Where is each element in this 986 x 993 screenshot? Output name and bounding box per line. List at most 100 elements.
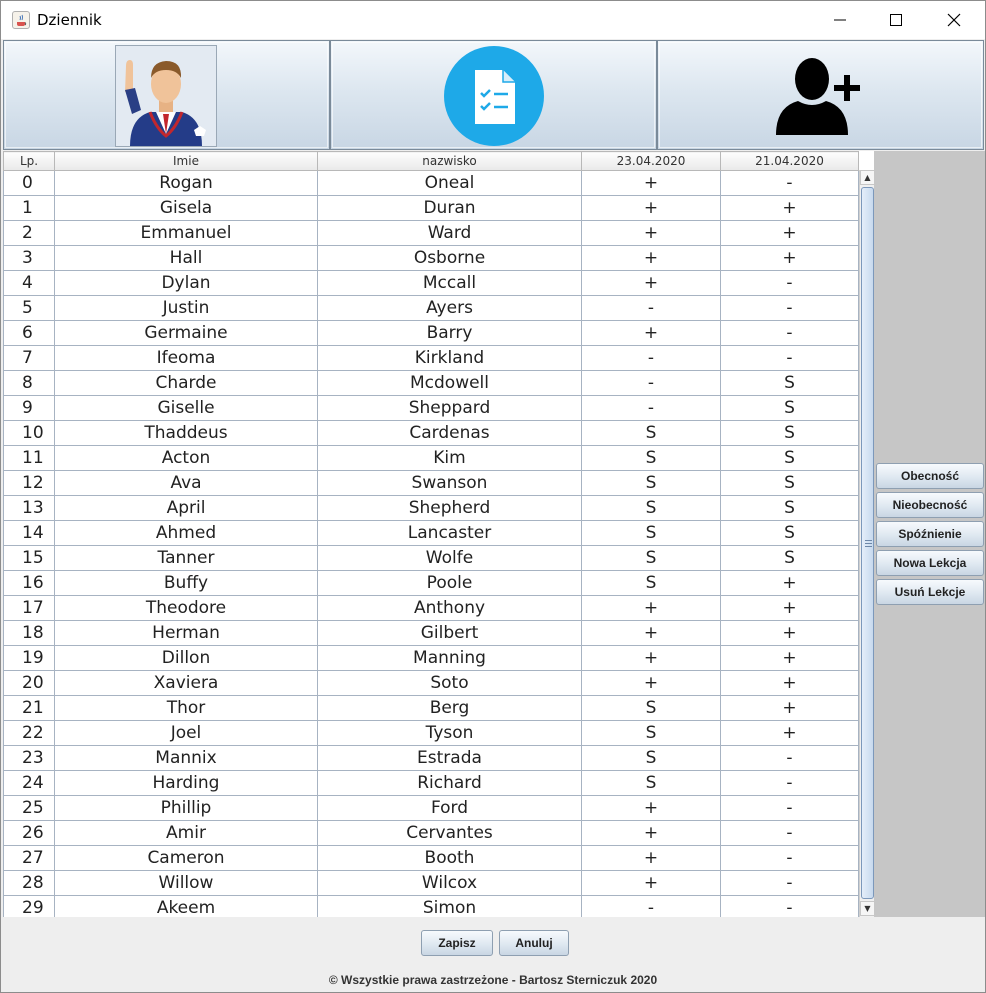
- scroll-up-arrow-icon[interactable]: ▲: [860, 170, 874, 185]
- attendance-date-1-cell[interactable]: S: [581, 520, 721, 546]
- attendance-date-1-cell[interactable]: +: [581, 845, 721, 871]
- first-name-cell[interactable]: Cameron: [54, 845, 318, 871]
- first-name-cell[interactable]: Theodore: [54, 595, 318, 621]
- attendance-date-1-cell[interactable]: S: [581, 720, 721, 746]
- last-name-cell[interactable]: Mcdowell: [317, 370, 582, 396]
- last-name-cell[interactable]: Osborne: [317, 245, 582, 271]
- close-button[interactable]: [931, 1, 977, 39]
- table-row[interactable]: 1 Gisela Duran + +: [3, 195, 859, 221]
- row-number[interactable]: 5: [3, 295, 55, 321]
- attendance-date-1-cell[interactable]: +: [581, 870, 721, 896]
- table-row[interactable]: 0 Rogan Oneal + -: [3, 170, 859, 196]
- last-name-cell[interactable]: Simon: [317, 895, 582, 917]
- last-name-cell[interactable]: Ford: [317, 795, 582, 821]
- first-name-cell[interactable]: Thor: [54, 695, 318, 721]
- first-name-cell[interactable]: Harding: [54, 770, 318, 796]
- table-row[interactable]: 24 Harding Richard S -: [3, 770, 859, 796]
- column-header-date-2[interactable]: 21.04.2020: [720, 151, 859, 171]
- attendance-date-1-cell[interactable]: S: [581, 495, 721, 521]
- add-student-button[interactable]: [657, 40, 984, 150]
- attendance-date-1-cell[interactable]: -: [581, 295, 721, 321]
- first-name-cell[interactable]: Willow: [54, 870, 318, 896]
- table-row[interactable]: 14 Ahmed Lancaster S S: [3, 520, 859, 546]
- table-row[interactable]: 9 Giselle Sheppard - S: [3, 395, 859, 421]
- column-header-nazwisko[interactable]: nazwisko: [317, 151, 582, 171]
- last-name-cell[interactable]: Poole: [317, 570, 582, 596]
- attendance-date-2-cell[interactable]: S: [720, 445, 859, 471]
- scroll-down-arrow-icon[interactable]: ▼: [860, 901, 874, 916]
- last-name-cell[interactable]: Mccall: [317, 270, 582, 296]
- last-name-cell[interactable]: Gilbert: [317, 620, 582, 646]
- attendance-date-1-cell[interactable]: -: [581, 395, 721, 421]
- column-header-imie[interactable]: Imie: [54, 151, 318, 171]
- first-name-cell[interactable]: Akeem: [54, 895, 318, 917]
- row-number[interactable]: 20: [3, 670, 55, 696]
- last-name-cell[interactable]: Berg: [317, 695, 582, 721]
- attendance-date-1-cell[interactable]: S: [581, 420, 721, 446]
- table-row[interactable]: 2 Emmanuel Ward + +: [3, 220, 859, 246]
- table-row[interactable]: 25 Phillip Ford + -: [3, 795, 859, 821]
- first-name-cell[interactable]: Hall: [54, 245, 318, 271]
- attendance-date-2-cell[interactable]: -: [720, 820, 859, 846]
- first-name-cell[interactable]: Dillon: [54, 645, 318, 671]
- first-name-cell[interactable]: Gisela: [54, 195, 318, 221]
- row-number[interactable]: 22: [3, 720, 55, 746]
- attendance-date-1-cell[interactable]: +: [581, 245, 721, 271]
- first-name-cell[interactable]: Xaviera: [54, 670, 318, 696]
- attendance-date-2-cell[interactable]: +: [720, 570, 859, 596]
- first-name-cell[interactable]: April: [54, 495, 318, 521]
- last-name-cell[interactable]: Swanson: [317, 470, 582, 496]
- attendance-date-1-cell[interactable]: -: [581, 345, 721, 371]
- attendance-date-2-cell[interactable]: -: [720, 170, 859, 196]
- attendance-date-1-cell[interactable]: S: [581, 445, 721, 471]
- attendance-date-2-cell[interactable]: +: [720, 195, 859, 221]
- attendance-button[interactable]: [330, 40, 657, 150]
- last-name-cell[interactable]: Shepherd: [317, 495, 582, 521]
- row-number[interactable]: 1: [3, 195, 55, 221]
- row-number[interactable]: 10: [3, 420, 55, 446]
- attendance-date-2-cell[interactable]: +: [720, 695, 859, 721]
- table-row[interactable]: 8 Charde Mcdowell - S: [3, 370, 859, 396]
- attendance-date-1-cell[interactable]: +: [581, 170, 721, 196]
- first-name-cell[interactable]: Mannix: [54, 745, 318, 771]
- table-row[interactable]: 13 April Shepherd S S: [3, 495, 859, 521]
- attendance-date-1-cell[interactable]: +: [581, 320, 721, 346]
- first-name-cell[interactable]: Acton: [54, 445, 318, 471]
- attendance-date-1-cell[interactable]: +: [581, 595, 721, 621]
- last-name-cell[interactable]: Ayers: [317, 295, 582, 321]
- maximize-button[interactable]: [873, 1, 919, 39]
- first-name-cell[interactable]: Ava: [54, 470, 318, 496]
- last-name-cell[interactable]: Booth: [317, 845, 582, 871]
- mark-present-button[interactable]: Obecność: [876, 463, 984, 489]
- first-name-cell[interactable]: Buffy: [54, 570, 318, 596]
- row-number[interactable]: 21: [3, 695, 55, 721]
- attendance-date-1-cell[interactable]: +: [581, 620, 721, 646]
- row-number[interactable]: 3: [3, 245, 55, 271]
- row-number[interactable]: 16: [3, 570, 55, 596]
- table-row[interactable]: 18 Herman Gilbert + +: [3, 620, 859, 646]
- attendance-date-1-cell[interactable]: S: [581, 545, 721, 571]
- first-name-cell[interactable]: Germaine: [54, 320, 318, 346]
- last-name-cell[interactable]: Lancaster: [317, 520, 582, 546]
- attendance-date-2-cell[interactable]: +: [720, 620, 859, 646]
- attendance-date-1-cell[interactable]: +: [581, 820, 721, 846]
- last-name-cell[interactable]: Wilcox: [317, 870, 582, 896]
- scrollbar-thumb[interactable]: [861, 187, 874, 899]
- last-name-cell[interactable]: Estrada: [317, 745, 582, 771]
- last-name-cell[interactable]: Kirkland: [317, 345, 582, 371]
- table-row[interactable]: 10 Thaddeus Cardenas S S: [3, 420, 859, 446]
- attendance-date-2-cell[interactable]: -: [720, 295, 859, 321]
- delete-lesson-button[interactable]: Usuń Lekcje: [876, 579, 984, 605]
- attendance-date-2-cell[interactable]: +: [720, 220, 859, 246]
- last-name-cell[interactable]: Oneal: [317, 170, 582, 196]
- row-number[interactable]: 28: [3, 870, 55, 896]
- mark-late-button[interactable]: Spóźnienie: [876, 521, 984, 547]
- attendance-date-2-cell[interactable]: -: [720, 845, 859, 871]
- row-number[interactable]: 18: [3, 620, 55, 646]
- attendance-date-1-cell[interactable]: -: [581, 895, 721, 917]
- new-lesson-button[interactable]: Nowa Lekcja: [876, 550, 984, 576]
- column-header-date-1[interactable]: 23.04.2020: [581, 151, 721, 171]
- row-number[interactable]: 13: [3, 495, 55, 521]
- table-row[interactable]: 15 Tanner Wolfe S S: [3, 545, 859, 571]
- attendance-date-2-cell[interactable]: -: [720, 795, 859, 821]
